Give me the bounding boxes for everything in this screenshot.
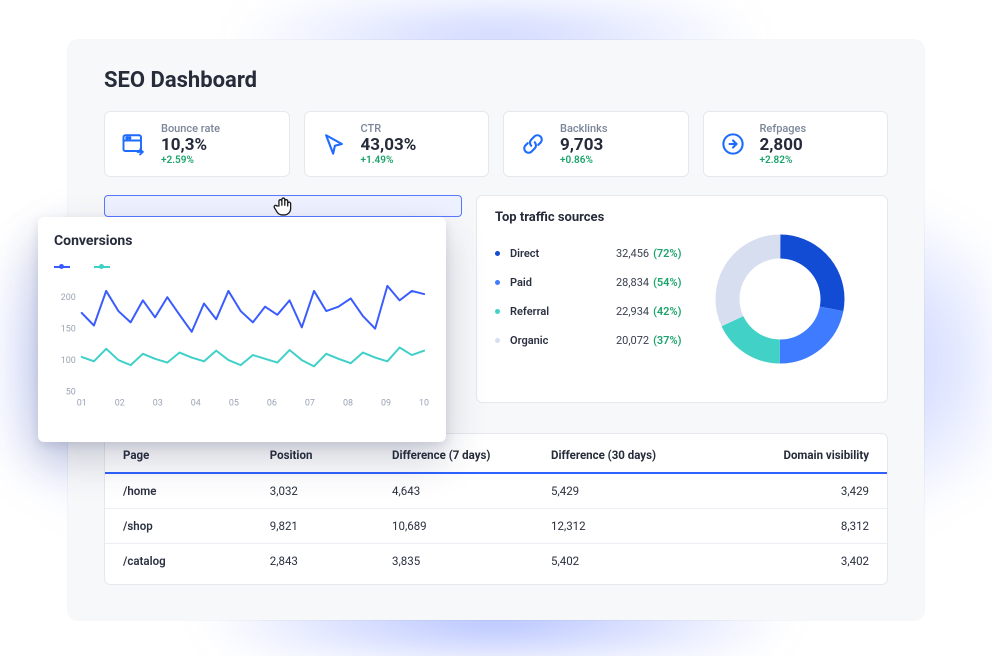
conversions-title: Conversions [54,233,430,249]
card-backlinks[interactable]: Backlinks 9,703 +0.86% [503,111,689,177]
cell-position: 2,843 [270,554,392,568]
cell-diff7: 4,643 [392,484,551,498]
traffic-name: Paid [510,276,616,289]
svg-text:03: 03 [153,399,163,409]
traffic-value: 22,934 [616,305,649,318]
dashboard-panel: SEO Dashboard Bounce rate 10,3% +2.59% [68,40,924,620]
kpi-label: Refpages [760,122,807,135]
kpi-delta: +2.59% [161,155,220,166]
traffic-name: Direct [510,247,616,260]
card-refpages[interactable]: Refpages 2,800 +2.82% [703,111,889,177]
svg-text:02: 02 [115,399,125,409]
svg-text:08: 08 [343,399,353,409]
traffic-dot-icon [495,309,500,314]
traffic-donut [691,210,869,388]
chart-slot: Conversions 20015010050 0102030405060708… [104,195,462,403]
chart-legend [54,261,430,272]
conversions-card[interactable]: Conversions 200 150 100 50 01 02 03 04 05 06 07 08… [38,217,446,442]
traffic-row[interactable]: Direct 32,456 (72%) [495,239,681,268]
th-position[interactable]: Position [270,448,392,462]
kpi-delta: +2.82% [760,155,807,166]
svg-text:05: 05 [229,399,239,409]
cell-diff30: 5,402 [551,554,722,568]
th-page[interactable]: Page [123,448,270,462]
page-title: SEO Dashboard [104,68,888,93]
svg-text:150: 150 [61,325,76,335]
kpi-label: Bounce rate [161,122,220,135]
svg-text:09: 09 [381,399,391,409]
traffic-name: Organic [510,334,616,347]
traffic-name: Referral [510,305,616,318]
svg-text:100: 100 [61,356,76,366]
traffic-row[interactable]: Organic 20,072 (37%) [495,326,681,355]
svg-text:200: 200 [61,294,76,304]
link-icon [518,129,548,159]
traffic-pct: (54%) [653,276,681,289]
traffic-dot-icon [495,251,500,256]
middle-row: Conversions 20015010050 0102030405060708… [104,195,888,403]
svg-text:01: 01 [77,399,87,409]
cell-diff30: 5,429 [551,484,722,498]
kpi-value: 10,3% [161,135,220,155]
cell-page: /home [123,484,270,498]
traffic-card[interactable]: Top traffic sources Direct 32,456 (72%) … [476,195,888,403]
svg-text:10: 10 [419,399,429,409]
browser-icon [119,129,149,159]
cell-page: /shop [123,519,270,533]
traffic-pct: (37%) [653,334,681,347]
svg-text:04: 04 [191,399,201,409]
cell-diff7: 10,689 [392,519,551,533]
card-body: Refpages 2,800 +2.82% [760,122,807,166]
legend-swatch-a [54,266,70,268]
th-diff30[interactable]: Difference (30 days) [551,448,722,462]
card-body: Bounce rate 10,3% +2.59% [161,122,220,166]
cell-page: /catalog [123,554,270,568]
legend-swatch-b [94,266,110,268]
traffic-value: 20,072 [616,334,649,347]
cell-diff30: 12,312 [551,519,722,533]
pages-table: Page Position Difference (7 days) Differ… [104,433,888,585]
card-ctr[interactable]: CTR 43,03% +1.49% [304,111,490,177]
table-header: Page Position Difference (7 days) Differ… [105,438,887,474]
cell-diff7: 3,835 [392,554,551,568]
kpi-value: 2,800 [760,135,807,155]
table-row[interactable]: /catalog 2,843 3,835 5,402 3,402 [105,544,887,578]
grab-cursor-icon [270,193,296,223]
traffic-pct: (42%) [653,305,681,318]
th-diff7[interactable]: Difference (7 days) [392,448,551,462]
traffic-pct: (72%) [653,247,681,260]
svg-text:07: 07 [305,399,315,409]
cell-position: 9,821 [270,519,392,533]
card-body: Backlinks 9,703 +0.86% [560,122,607,166]
traffic-value: 32,456 [616,247,649,260]
cell-position: 3,032 [270,484,392,498]
traffic-dot-icon [495,280,500,285]
traffic-row[interactable]: Paid 28,834 (54%) [495,268,681,297]
arrow-circle-icon [718,129,748,159]
cell-visibility: 8,312 [722,519,869,533]
traffic-list: Top traffic sources Direct 32,456 (72%) … [495,210,681,388]
table-row[interactable]: /shop 9,821 10,689 12,312 8,312 [105,509,887,544]
cursor-icon [319,129,349,159]
kpi-label: CTR [361,122,417,135]
cell-visibility: 3,402 [722,554,869,568]
kpi-delta: +1.49% [361,155,417,166]
conversions-chart: 200 150 100 50 01 02 03 04 05 06 07 08 09 10 [54,280,430,410]
kpi-label: Backlinks [560,122,607,135]
table-row[interactable]: /home 3,032 4,643 5,429 3,429 [105,474,887,509]
kpi-value: 43,03% [361,135,417,155]
th-visibility[interactable]: Domain visibility [722,448,869,462]
svg-text:06: 06 [267,399,277,409]
card-body: CTR 43,03% +1.49% [361,122,417,166]
traffic-row[interactable]: Referral 22,934 (42%) [495,297,681,326]
traffic-title: Top traffic sources [495,210,681,225]
svg-text:50: 50 [66,388,76,398]
cell-visibility: 3,429 [722,484,869,498]
kpi-value: 9,703 [560,135,607,155]
traffic-dot-icon [495,338,500,343]
kpi-delta: +0.86% [560,155,607,166]
traffic-value: 28,834 [616,276,649,289]
card-bounce-rate[interactable]: Bounce rate 10,3% +2.59% [104,111,290,177]
kpi-cards-row: Bounce rate 10,3% +2.59% CTR 43,03% +1.4… [104,111,888,177]
